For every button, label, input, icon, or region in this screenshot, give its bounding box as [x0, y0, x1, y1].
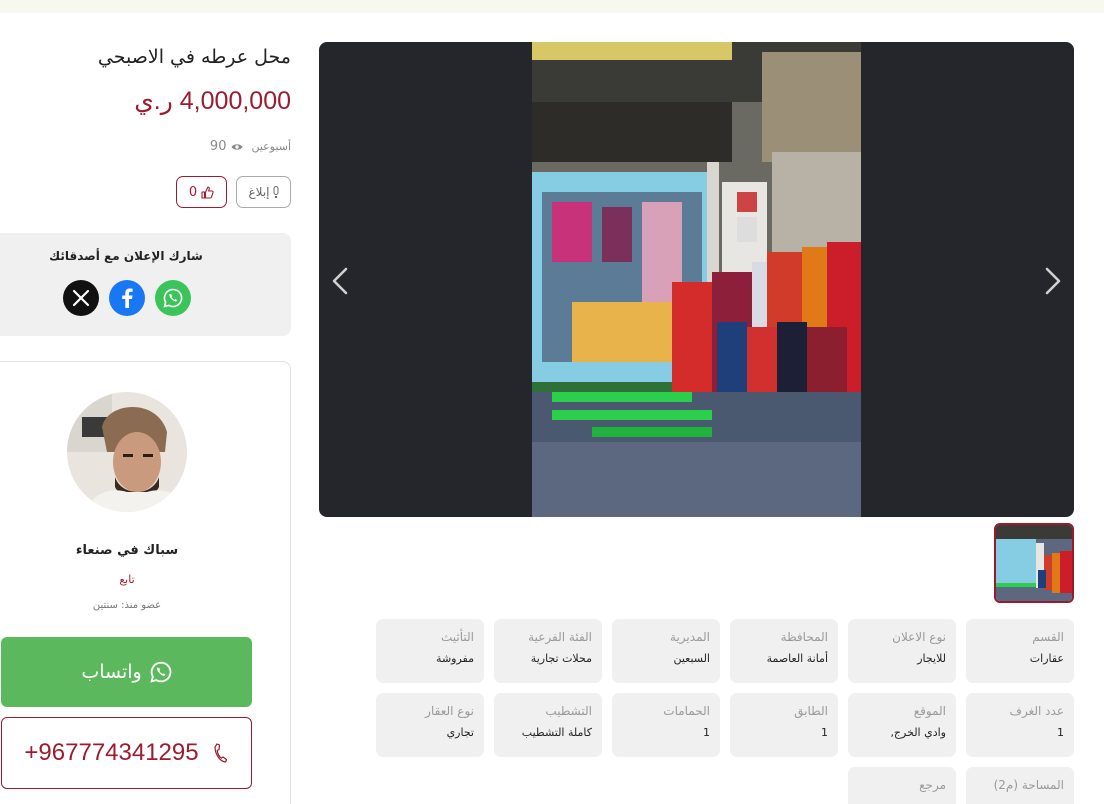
gallery-next-button[interactable] — [1040, 264, 1066, 298]
detail-label: الفئة الفرعية — [528, 630, 592, 644]
detail-value: 1 — [1057, 726, 1064, 739]
detail-card-reference: مرجع — [848, 767, 956, 804]
detail-card-finishing: التشطيب كاملة التشطيب — [494, 693, 602, 757]
detail-label: التشطيب — [545, 704, 592, 718]
share-panel: شارك الإعلان مع أصدقائك — [0, 233, 291, 336]
detail-card-area: المساحة (م2) — [966, 767, 1074, 804]
phone-icon — [213, 743, 227, 763]
whatsapp-label: واتساب — [81, 661, 142, 683]
detail-card-rooms: عدد الغرف 1 — [966, 693, 1074, 757]
thumbs-up-icon — [201, 185, 214, 199]
detail-value: مفروشة — [436, 652, 474, 665]
share-title: شارك الإعلان مع أصدقائك — [49, 249, 203, 263]
detail-value: 1 — [821, 726, 828, 739]
seller-name[interactable]: سباك في صنعاء — [0, 543, 254, 558]
detail-label: الطابق — [794, 704, 828, 718]
detail-card-location: الموقع وادي الخرج, — [848, 693, 956, 757]
detail-value: عقارات — [1029, 652, 1064, 665]
views-count-wrap: 90 — [210, 139, 244, 154]
image-gallery[interactable] — [319, 42, 1074, 517]
member-since: عضو منذ: سنتين — [92, 600, 162, 611]
share-facebook-button[interactable] — [109, 280, 145, 316]
detail-label: الموقع — [913, 704, 946, 718]
detail-value: 1 — [703, 726, 710, 739]
detail-card-bathrooms: الحمامات 1 — [612, 693, 720, 757]
listing-photo — [532, 42, 861, 517]
posted-time: أسبوعين — [251, 140, 291, 153]
views-count: 90 — [209, 139, 227, 154]
chevron-left-icon — [332, 267, 348, 295]
detail-value: أمانة العاصمة — [766, 652, 828, 665]
phone-contact-button[interactable]: +967774341295 — [1, 717, 252, 789]
share-whatsapp-button[interactable] — [155, 280, 191, 316]
detail-label: نوع العقار — [425, 704, 474, 718]
detail-card-governorate: المحافظة أمانة العاصمة — [730, 619, 838, 683]
top-bar — [0, 0, 1104, 13]
whatsapp-icon — [150, 661, 172, 683]
detail-label: القسم — [1032, 630, 1064, 644]
chevron-right-icon — [1045, 267, 1061, 295]
listing-title: محل عرطه في الاصبحي — [97, 46, 291, 68]
listing-meta: أسبوعين 90 — [210, 139, 291, 154]
share-x-button[interactable] — [63, 280, 99, 316]
seller-avatar[interactable] — [67, 392, 187, 512]
whatsapp-contact-button[interactable]: واتساب — [1, 637, 252, 707]
facebook-icon — [122, 288, 133, 308]
detail-card-subcategory: الفئة الفرعية محلات تجارية — [494, 619, 602, 683]
report-label: إبلاغ — [248, 185, 270, 199]
detail-label: المساحة (م2) — [993, 778, 1064, 792]
listing-price: 4,000,000 ر.ي — [134, 87, 291, 115]
detail-label: المحافظة — [780, 630, 828, 644]
detail-value: محلات تجارية — [530, 652, 592, 665]
follow-button[interactable]: تابع — [0, 573, 254, 586]
detail-value: السبعين — [673, 652, 710, 665]
detail-card-category: القسم عقارات — [966, 619, 1074, 683]
like-button[interactable]: 0 — [176, 176, 227, 208]
gallery-thumbnail[interactable] — [994, 523, 1074, 603]
x-icon — [72, 289, 90, 307]
detail-card-furnishing: التأثيث مفروشة — [376, 619, 484, 683]
gallery-prev-button[interactable] — [327, 264, 353, 298]
details-grid: القسم عقارات نوع الاعلان للايجار المحافظ… — [376, 619, 1074, 804]
phone-number: +967774341295 — [24, 739, 199, 766]
detail-label: عدد الغرف — [1009, 704, 1064, 718]
detail-value: كاملة التشطيب — [521, 726, 592, 739]
report-button[interactable]: إبلاغ — [236, 176, 291, 208]
detail-card-floor: الطابق 1 — [730, 693, 838, 757]
exclamation-icon — [273, 185, 278, 198]
detail-label: نوع الاعلان — [892, 630, 946, 644]
likes-count: 0 — [188, 184, 198, 200]
detail-value: للايجار — [917, 652, 946, 665]
detail-label: مرجع — [919, 778, 946, 792]
detail-label: الحمامات — [663, 704, 710, 718]
detail-value: وادي الخرج, — [890, 726, 946, 739]
detail-card-property-type: نوع العقار تجاري — [376, 693, 484, 757]
detail-label: التأثيث — [440, 630, 474, 644]
whatsapp-icon — [163, 288, 183, 308]
detail-value: تجاري — [446, 726, 474, 739]
eye-icon — [231, 143, 243, 150]
detail-label: المديرية — [670, 630, 710, 644]
detail-card-district: المديرية السبعين — [612, 619, 720, 683]
detail-card-ad-type: نوع الاعلان للايجار — [848, 619, 956, 683]
